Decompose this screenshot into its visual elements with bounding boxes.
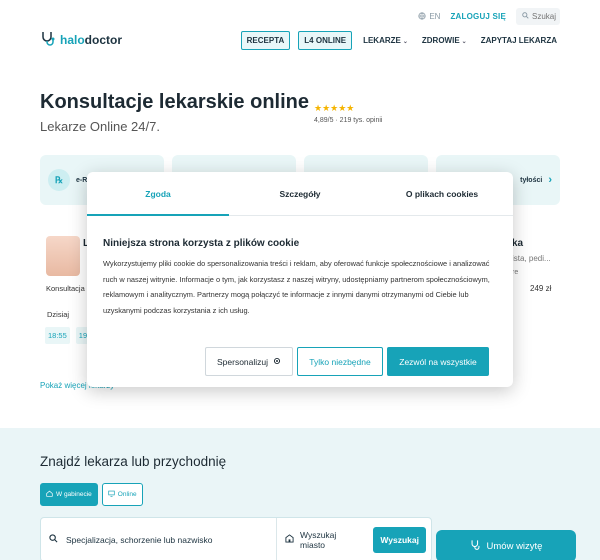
nav-zdrowie[interactable]: ZDROWIE ⌄ [419, 32, 470, 49]
price: 249 zł [530, 284, 552, 293]
nav-zapytaj-lekarza[interactable]: ZAPYTAJ LEKARZA [478, 32, 560, 49]
page-subtitle: Lekarze Online 24/7. [40, 119, 160, 134]
service-card-label: tyłości [520, 176, 543, 184]
prescription-icon: ℞ [48, 169, 70, 191]
gear-icon [273, 357, 281, 367]
cookie-body: Niniejsza strona korzysta z plików cooki… [87, 216, 513, 318]
necessary-only-button[interactable]: Tylko niezbędne [297, 347, 383, 376]
nav-lekarze[interactable]: LEKARZE ⌄ [360, 32, 411, 49]
language-switch[interactable]: EN [418, 11, 441, 22]
personalize-button[interactable]: Spersonalizuj [205, 347, 293, 376]
search-icon [522, 12, 529, 21]
top-utility-bar: EN ZALOGUJ SIĘ [418, 8, 560, 25]
home-icon [46, 490, 53, 499]
nav-recepta[interactable]: RECEPTA [240, 31, 291, 50]
chevron-right-icon: › [548, 174, 552, 186]
toggle-online-label: Online [117, 491, 137, 498]
specialty-input[interactable]: Specjalizacja, schorzenie lub nazwisko [41, 518, 277, 560]
personalize-label: Spersonalizuj [216, 356, 269, 367]
city-input[interactable]: Wyszukaj miasto Wyszukaj [277, 518, 431, 560]
stethoscope-icon [40, 30, 56, 49]
find-title: Znajdź lekarza lub przychodnię [40, 454, 227, 469]
page-title: Konsultacje lekarskie online [40, 91, 309, 113]
nav-lekarze-label: LEKARZE [363, 36, 401, 45]
doctor-specialty-right: ista, pedi... [512, 254, 551, 263]
service-card-label: e-R [76, 176, 88, 184]
tab-szczegoly[interactable]: Szczegóły [229, 172, 371, 215]
time-slot[interactable]: 18:55 [45, 327, 70, 344]
visit-type-toggle: W gabinecie Online [40, 483, 143, 506]
rating-block: ★★★★★ 4,89/5 · 219 tys. opinii [314, 103, 383, 124]
stethoscope-icon [470, 539, 481, 553]
allow-all-button[interactable]: Zezwól na wszystkie [387, 347, 489, 376]
login-link[interactable]: ZALOGUJ SIĘ [450, 12, 506, 21]
consultation-type: Konsultacja l [46, 284, 89, 293]
logo-text-doctor: doctor [84, 32, 123, 47]
doctor-avatar[interactable] [46, 236, 80, 276]
rating-text: 4,89/5 · 219 tys. opinii [314, 117, 383, 124]
star-rating-icon: ★★★★★ [314, 103, 355, 113]
search-button[interactable]: Wyszukaj [373, 526, 426, 553]
toggle-in-office[interactable]: W gabinecie [40, 483, 98, 506]
cookie-title: Niniejsza strona korzysta z plików cooki… [103, 238, 300, 249]
specialty-placeholder: Specjalizacja, schorzenie lub nazwisko [66, 534, 213, 545]
day-label: Dzisiaj [47, 310, 70, 319]
toggle-in-office-label: W gabinecie [56, 491, 92, 498]
language-label: EN [429, 12, 441, 21]
tab-o-plikach-cookies[interactable]: O plikach cookies [371, 172, 513, 215]
find-doctor-section: Znajdź lekarza lub przychodnię W gabinec… [0, 428, 600, 560]
book-visit-button[interactable]: Umów wizytę [436, 530, 576, 560]
chevron-down-icon: ⌄ [402, 39, 408, 45]
cookie-consent-dialog: Zgoda Szczegóły O plikach cookies Niniej… [87, 172, 513, 387]
doctor-search-bar: Specjalizacja, schorzenie lub nazwisko W… [40, 517, 432, 560]
header-search[interactable] [516, 8, 560, 25]
book-visit-label: Umów wizytę [486, 540, 543, 552]
search-icon [49, 534, 58, 545]
city-icon [285, 534, 294, 545]
chevron-down-icon: ⌄ [461, 39, 467, 45]
main-nav: RECEPTA L4 ONLINE LEKARZE ⌄ ZDROWIE ⌄ ZAPY… [240, 31, 560, 50]
city-placeholder: Wyszukaj miasto [300, 529, 337, 550]
header-search-input[interactable] [532, 12, 560, 21]
cookie-description: Wykorzystujemy pliki cookie do spersonal… [103, 259, 490, 315]
logo-text-halo: halo [60, 32, 85, 47]
nav-l4-online[interactable]: L4 ONLINE [298, 31, 353, 50]
nav-zdrowie-label: ZDROWIE [421, 36, 460, 45]
logo[interactable]: halodoctor [40, 30, 122, 49]
cookie-actions: Spersonalizuj Tylko niezbędne Zezwól na … [205, 347, 489, 376]
tab-zgoda[interactable]: Zgoda [87, 172, 229, 216]
doctor-name-right[interactable]: ka [512, 238, 523, 249]
cookie-tabs: Zgoda Szczegóły O plikach cookies [87, 172, 513, 216]
globe-icon [418, 11, 426, 22]
monitor-icon [108, 490, 115, 499]
toggle-online[interactable]: Online [101, 483, 143, 506]
